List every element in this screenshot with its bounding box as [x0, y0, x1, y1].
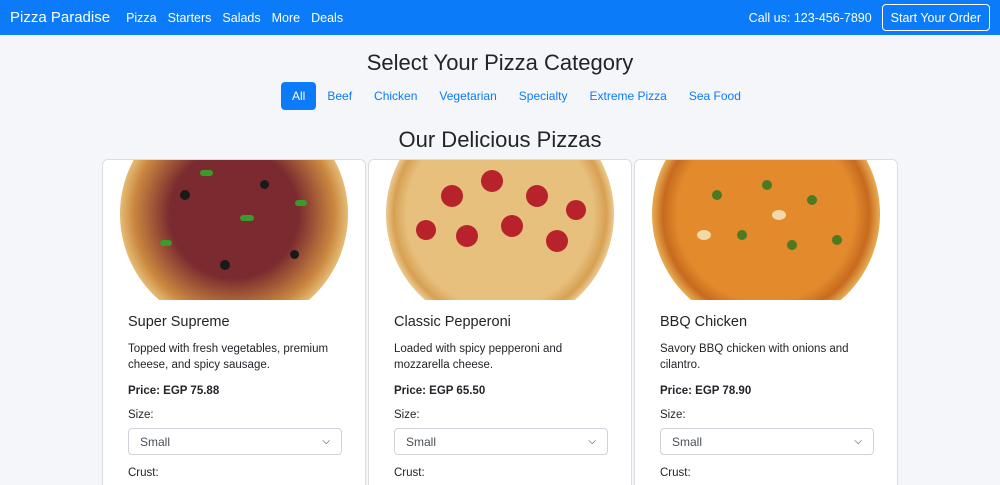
nav-link-salads[interactable]: Salads — [222, 11, 260, 25]
size-label: Size: — [660, 409, 686, 421]
crust-label: Crust: — [660, 467, 691, 479]
pizza-price: Price: EGP 75.88 — [128, 385, 220, 397]
pizza-description: Savory BBQ chicken with onions and cilan… — [660, 343, 849, 371]
start-order-button[interactable]: Start Your Order — [881, 4, 990, 31]
chevron-down-icon: ⌵ — [588, 436, 596, 447]
category-tabs: All Beef Chicken Vegetarian Specialty Ex… — [281, 82, 752, 110]
pizza-image — [113, 160, 355, 300]
pizza-price: Price: EGP 78.90 — [660, 385, 752, 397]
pizza-price: Price: EGP 65.50 — [394, 385, 486, 397]
category-title: Select Your Pizza Category — [366, 50, 634, 75]
brand-logo[interactable]: Pizza Paradise — [10, 9, 110, 26]
card-body: Classic Pepperoni Loaded with spicy pepp… — [394, 314, 608, 485]
pizza-card: Super Supreme Topped with fresh vegetabl… — [102, 159, 366, 485]
size-select[interactable]: Small ⌵ — [394, 428, 608, 455]
category-tab-specialty[interactable]: Specialty — [508, 82, 579, 110]
pizza-card: BBQ Chicken Savory BBQ chicken with onio… — [634, 159, 898, 485]
pizza-name: Super Supreme — [128, 314, 230, 330]
section-title: Our Delicious Pizzas — [398, 127, 602, 152]
classic-pepperoni-pizza-image — [386, 160, 614, 300]
category-tab-vegetarian[interactable]: Vegetarian — [428, 82, 507, 110]
pizza-card: Classic Pepperoni Loaded with spicy pepp… — [368, 159, 632, 485]
card-body: Super Supreme Topped with fresh vegetabl… — [128, 314, 342, 485]
card-body: BBQ Chicken Savory BBQ chicken with onio… — [660, 314, 874, 485]
size-select-value: Small — [406, 434, 437, 449]
size-select[interactable]: Small ⌵ — [660, 428, 874, 455]
size-select-value: Small — [672, 434, 703, 449]
nav-links: Pizza Starters Salads More Deals — [126, 11, 343, 25]
pizza-name: BBQ Chicken — [660, 314, 748, 330]
size-select-value: Small — [140, 434, 171, 449]
pizza-description: Topped with fresh vegetables, premium ch… — [128, 343, 329, 371]
pizza-grid: Super Supreme Topped with fresh vegetabl… — [102, 159, 898, 485]
top-navbar: Pizza Paradise Pizza Starters Salads Mor… — [0, 0, 1000, 35]
nav-link-deals[interactable]: Deals — [311, 11, 343, 25]
chevron-down-icon: ⌵ — [322, 436, 330, 447]
crust-label: Crust: — [394, 467, 425, 479]
size-label: Size: — [394, 409, 420, 421]
size-select[interactable]: Small ⌵ — [128, 428, 342, 455]
pizza-image — [379, 160, 621, 300]
phone-number: Call us: 123-456-7890 — [748, 10, 872, 25]
size-label: Size: — [128, 409, 154, 421]
category-tab-extreme-pizza[interactable]: Extreme Pizza — [578, 82, 677, 110]
category-tab-sea-food[interactable]: Sea Food — [678, 82, 752, 110]
nav-link-starters[interactable]: Starters — [168, 11, 212, 25]
pizza-name: Classic Pepperoni — [394, 314, 511, 330]
nav-right: Call us: 123-456-7890 Start Your Order — [749, 4, 990, 31]
crust-label: Crust: — [128, 467, 159, 479]
bbq-chicken-pizza-image — [652, 160, 880, 300]
nav-link-more[interactable]: More — [272, 11, 300, 25]
nav-link-pizza[interactable]: Pizza — [126, 11, 157, 25]
category-tab-beef[interactable]: Beef — [316, 82, 363, 110]
pizza-description: Loaded with spicy pepperoni and mozzarel… — [394, 343, 563, 371]
category-tab-all[interactable]: All — [281, 82, 317, 110]
category-tab-chicken[interactable]: Chicken — [363, 82, 428, 110]
super-supreme-pizza-image — [120, 160, 348, 300]
pizza-image — [645, 160, 887, 300]
chevron-down-icon: ⌵ — [854, 436, 862, 447]
